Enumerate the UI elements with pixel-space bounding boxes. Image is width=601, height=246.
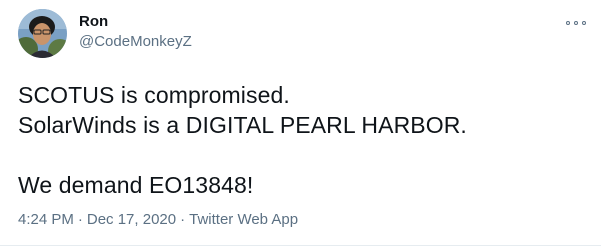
avatar[interactable] bbox=[18, 9, 67, 58]
tweet-source[interactable]: Twitter Web App bbox=[189, 211, 298, 228]
tweet-line: SCOTUS is compromised. bbox=[18, 82, 290, 108]
tweet-line bbox=[18, 140, 588, 170]
dot-icon bbox=[582, 21, 586, 25]
tweet-card: Ron @CodeMonkeyZ SCOTUS is compromised. … bbox=[0, 0, 601, 246]
dot-icon bbox=[574, 21, 578, 25]
more-options-icon[interactable] bbox=[566, 19, 586, 27]
dot-icon bbox=[566, 21, 570, 25]
separator: · bbox=[180, 211, 186, 228]
author-block: Ron @CodeMonkeyZ bbox=[79, 12, 192, 52]
tweet-line: SolarWinds is a DIGITAL PEARL HARBOR. bbox=[18, 112, 467, 138]
user-handle[interactable]: @CodeMonkeyZ bbox=[79, 32, 192, 52]
display-name[interactable]: Ron bbox=[79, 12, 192, 32]
separator: · bbox=[77, 211, 83, 228]
tweet-date[interactable]: Dec 17, 2020 bbox=[87, 211, 176, 228]
tweet-time[interactable]: 4:24 PM bbox=[18, 211, 74, 228]
profile-photo-icon bbox=[18, 9, 67, 58]
tweet-line: We demand EO13848! bbox=[18, 172, 254, 198]
tweet-meta: 4:24 PM · Dec 17, 2020 · Twitter Web App bbox=[18, 210, 298, 230]
tweet-text: SCOTUS is compromised. SolarWinds is a D… bbox=[18, 80, 588, 200]
